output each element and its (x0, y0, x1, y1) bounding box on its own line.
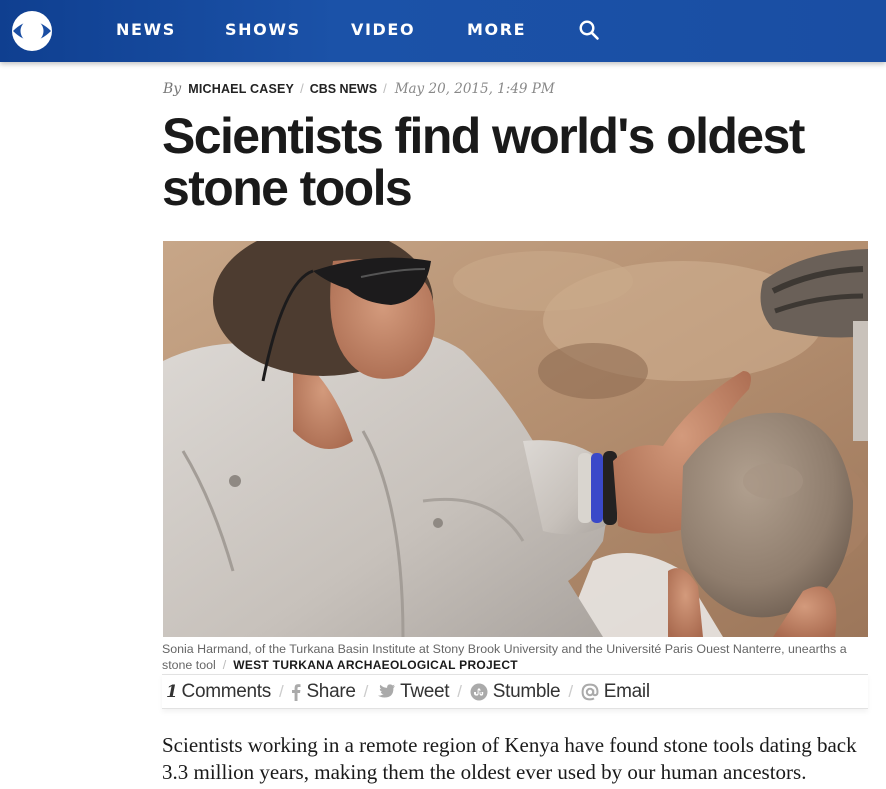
caption-separator: / (222, 658, 227, 672)
facebook-share-button[interactable]: Share (291, 680, 356, 703)
email-label: Email (603, 680, 650, 702)
top-nav-bar: NEWS SHOWS VIDEO MORE (0, 0, 886, 62)
nav-video[interactable]: VIDEO (351, 19, 415, 41)
nav-shows[interactable]: SHOWS (225, 19, 301, 41)
share-separator: / (457, 681, 462, 701)
stumble-button[interactable]: Stumble (470, 681, 561, 703)
email-button[interactable]: Email (581, 681, 650, 703)
article-photo[interactable] (163, 241, 868, 637)
author-link[interactable]: MICHAEL CASEY (188, 82, 294, 96)
publish-date: May 20, 2015, 1:49 PM (394, 81, 555, 97)
tweet-label: Tweet (400, 680, 450, 702)
facebook-icon (292, 683, 301, 701)
comments-count: 1 (166, 681, 178, 702)
search-icon[interactable] (578, 19, 600, 41)
byline-prefix: By (163, 81, 182, 97)
stumble-label: Stumble (492, 680, 561, 702)
email-icon (581, 683, 599, 700)
outlet-link[interactable]: CBS NEWS (310, 82, 377, 96)
comments-button[interactable]: 1 Comments (162, 681, 271, 703)
archaeologist-photo (163, 241, 868, 637)
article-headline: Scientists find world's oldest stone too… (162, 108, 805, 216)
twitter-icon (378, 683, 396, 698)
comments-label: Comments (181, 680, 272, 702)
byline-separator: / (300, 81, 304, 96)
share-label: Share (306, 680, 356, 702)
byline-separator: / (383, 81, 387, 96)
photo-caption: Sonia Harmand, of the Turkana Basin Inst… (162, 641, 862, 673)
share-separator: / (363, 681, 369, 701)
cbs-eye-logo-icon[interactable] (10, 9, 54, 53)
byline: By MICHAEL CASEY / CBS NEWS / May 20, 2015, 1… (163, 80, 555, 98)
share-bar: 1 Comments / Share / Tweet / Stumble / E… (162, 674, 868, 709)
tweet-button[interactable]: Tweet (376, 680, 450, 703)
stumbleupon-icon (470, 683, 488, 700)
article-lede: Scientists working in a remote region of… (162, 733, 857, 784)
share-separator: / (279, 681, 284, 701)
photo-credit: WEST TURKANA ARCHAEOLOGICAL PROJECT (233, 658, 518, 672)
share-separator: / (568, 681, 573, 701)
nav-news[interactable]: NEWS (116, 19, 176, 41)
nav-more[interactable]: MORE (467, 19, 526, 41)
